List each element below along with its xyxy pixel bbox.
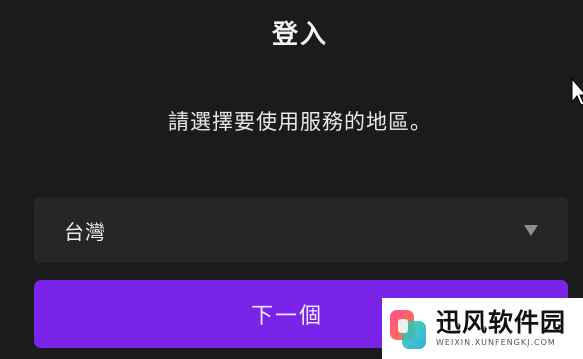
watermark: 迅风软件园 WEIXIN.XUNFENGKJ.COM [382,298,583,359]
mouse-cursor-icon [571,78,583,106]
region-select-value: 台灣 [64,219,106,244]
region-select[interactable]: 台灣 [34,197,568,263]
page-title: 登入 [271,20,328,50]
login-dialog: 登入 請選擇要使用服務的地區。 台灣 下一個 迅风软件园 WEIXIN.XUNF… [0,0,583,359]
watermark-name: 迅风软件园 [436,307,567,337]
region-instruction: 請選擇要使用服務的地區。 [168,110,432,134]
watermark-logo-icon [390,309,426,349]
watermark-url: WEIXIN.XUNFENGKJ.COM [436,337,556,347]
chevron-down-icon [524,225,538,236]
